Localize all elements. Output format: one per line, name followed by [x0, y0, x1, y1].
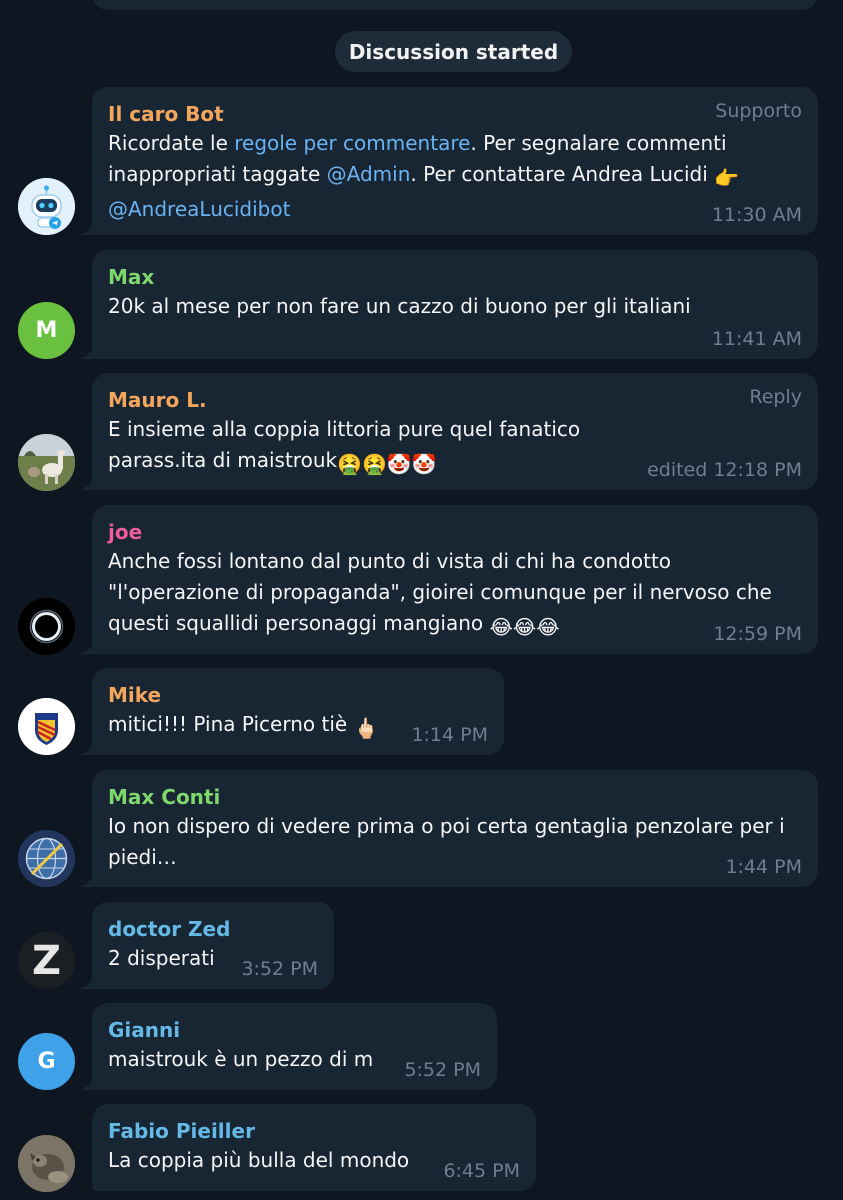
message-text: Anche fossi lontano dal punto di vista d…: [108, 546, 802, 643]
previous-message-bubble: [92, 0, 818, 10]
message-time: 1:14 PM: [411, 724, 488, 746]
andrea-bot-mention-link[interactable]: @AndreaLucidibot: [108, 197, 290, 221]
message-bubble[interactable]: doctor Zed 2 disperati 3:52 PM: [92, 902, 334, 989]
avatar-letter: Z: [31, 937, 61, 984]
avatar-il-caro-bot[interactable]: [18, 178, 75, 235]
message-bubble[interactable]: Max Conti Io non dispero di vedere prima…: [92, 770, 818, 887]
message-time: edited 12:18 PM: [647, 459, 802, 481]
text-part: Ricordate le: [108, 131, 235, 155]
message-bubble[interactable]: Mike mitici!!! Pina Picerno tiè 🖕🏻 1:14 …: [92, 668, 504, 755]
message-time: 3:52 PM: [241, 958, 318, 980]
message-bubble[interactable]: Max 20k al mese per non fare un cazzo di…: [92, 250, 818, 359]
message-bubble[interactable]: joe Anche fossi lontano dal punto di vis…: [92, 505, 818, 654]
alpaca-photo-icon: [18, 434, 75, 491]
sender-name[interactable]: Fabio Pieiller: [108, 1117, 520, 1145]
pointing-hand-emoji: 👉: [714, 166, 740, 190]
sender-name[interactable]: Mike: [108, 681, 488, 709]
sender-name[interactable]: joe: [108, 518, 802, 546]
message-text: 20k al mese per non fare un cazzo di buo…: [108, 294, 691, 318]
message-bubble[interactable]: Mauro L. Reply E insieme alla coppia lit…: [92, 373, 818, 490]
sender-name[interactable]: Max: [108, 263, 802, 291]
avatar-max-conti[interactable]: [18, 830, 75, 887]
avatar-letter: G: [37, 1049, 56, 1074]
avatar-letter: M: [35, 318, 58, 343]
admin-badge: Supporto: [715, 100, 802, 122]
message-time: 5:52 PM: [404, 1059, 481, 1081]
emoji-sequence: 😂😂😂: [489, 615, 560, 639]
message-bubble[interactable]: Il caro Bot Supporto Ricordate le regole…: [92, 87, 818, 235]
reply-button[interactable]: Reply: [749, 386, 802, 408]
text-part: Anche fossi lontano dal punto di vista d…: [108, 549, 772, 635]
message-time: 11:41 AM: [711, 328, 802, 350]
avatar-mauro-l[interactable]: [18, 434, 75, 491]
discussion-started-label: Discussion started: [335, 31, 572, 72]
message-bubble[interactable]: Fabio Pieiller La coppia più bulla del m…: [92, 1104, 536, 1191]
text-part: mitici!!! Pina Picerno tiè: [108, 712, 348, 736]
animal-photo-icon: [18, 1135, 75, 1192]
rules-link[interactable]: regole per commentare: [234, 131, 470, 155]
sender-name[interactable]: Mauro L.: [108, 386, 802, 414]
message-time: 11:30 AM: [711, 204, 802, 226]
avatar-max[interactable]: M: [18, 302, 75, 359]
eclipse-icon: [18, 598, 75, 655]
hand-gesture-emoji: 🖕🏻: [353, 716, 379, 740]
message-time: 1:44 PM: [725, 856, 802, 878]
sender-name[interactable]: Il caro Bot: [108, 100, 802, 128]
avatar-gianni[interactable]: G: [18, 1033, 75, 1090]
message-time: 6:45 PM: [443, 1160, 520, 1182]
avatar-fabio-pieiller[interactable]: [18, 1135, 75, 1192]
shield-crest-icon: [18, 698, 75, 755]
avatar-doctor-zed[interactable]: Z: [18, 932, 75, 989]
sender-name[interactable]: Gianni: [108, 1016, 481, 1044]
message-time: 12:59 PM: [713, 623, 802, 645]
sender-name[interactable]: doctor Zed: [108, 915, 318, 943]
message-text: Ricordate le regole per commentare . Per …: [108, 128, 802, 225]
message-text: Io non dispero di vedere prima o poi cer…: [108, 814, 785, 869]
avatar-mike[interactable]: [18, 698, 75, 755]
sender-name[interactable]: Max Conti: [108, 783, 802, 811]
admin-mention-link[interactable]: @Admin: [327, 162, 411, 186]
avatar-joe[interactable]: [18, 598, 75, 655]
emoji-sequence: 🤮🤮🤡🤡: [337, 452, 437, 476]
text-part: . Per contattare Andrea Lucidi: [410, 162, 715, 186]
robot-icon: [18, 178, 75, 235]
message-bubble[interactable]: Gianni maistrouk è un pezzo di m 5:52 PM: [92, 1003, 497, 1090]
globe-emblem-icon: [18, 830, 75, 887]
